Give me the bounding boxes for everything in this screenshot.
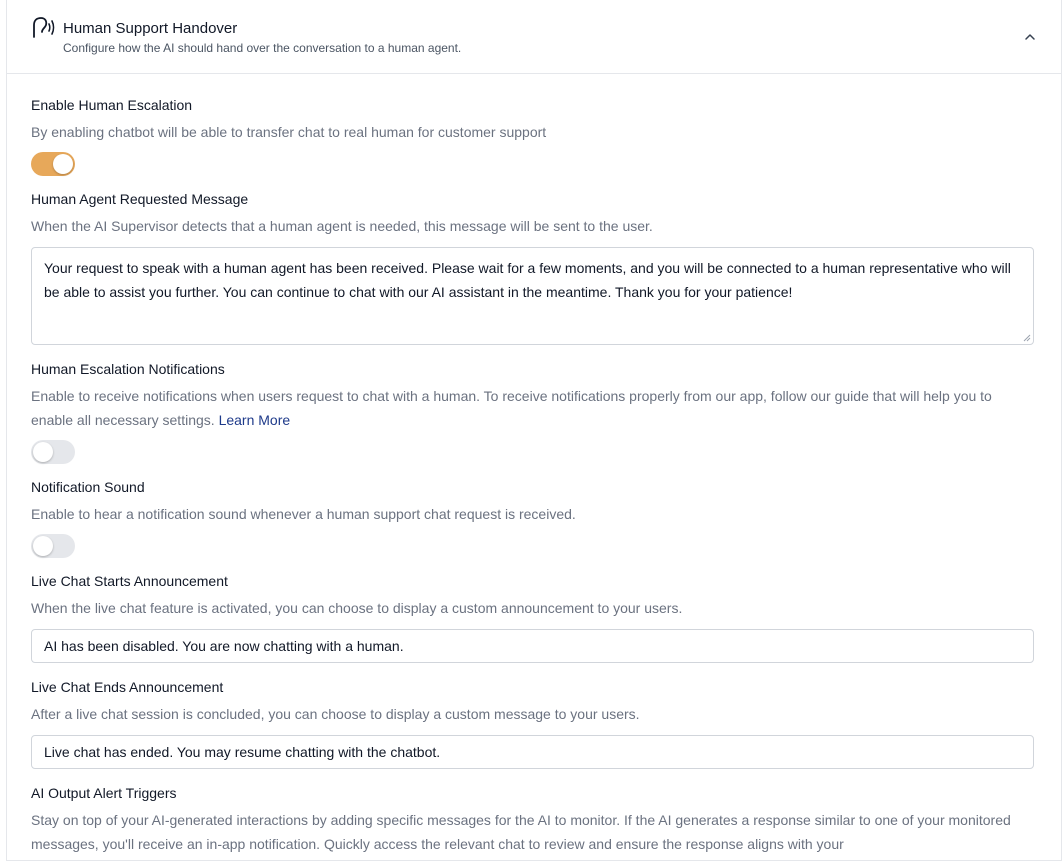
section-subtitle: Configure how the AI should hand over th… bbox=[63, 41, 462, 55]
human-voice-icon bbox=[33, 17, 55, 38]
sound-description: Enable to hear a notification sound when… bbox=[31, 506, 576, 522]
sound-label: Notification Sound bbox=[31, 479, 145, 495]
starts-description: When the live chat feature is activated,… bbox=[31, 600, 683, 616]
notifications-toggle[interactable] bbox=[31, 440, 75, 464]
resize-handle-icon[interactable] bbox=[1023, 334, 1031, 342]
requested-message-label: Human Agent Requested Message bbox=[31, 191, 249, 207]
requested-message-text: Your request to speak with a human agent… bbox=[44, 260, 1011, 300]
starts-announcement-input[interactable]: AI has been disabled. You are now chatti… bbox=[31, 629, 1034, 663]
requested-message-textarea[interactable]: Your request to speak with a human agent… bbox=[31, 247, 1034, 345]
requested-message-description: When the AI Supervisor detects that a hu… bbox=[31, 218, 653, 234]
ends-label: Live Chat Ends Announcement bbox=[31, 679, 224, 695]
notifications-description-block: Enable to receive notifications when use… bbox=[31, 384, 1031, 432]
notifications-label: Human Escalation Notifications bbox=[31, 361, 225, 377]
alerts-label: AI Output Alert Triggers bbox=[31, 785, 177, 801]
escalation-toggle[interactable] bbox=[31, 152, 75, 176]
toggle-knob bbox=[33, 442, 53, 462]
toggle-knob bbox=[33, 536, 53, 556]
learn-more-link[interactable]: Learn More bbox=[219, 412, 291, 428]
section-title: Human Support Handover bbox=[63, 20, 238, 37]
section-header[interactable]: Human Support Handover Configure how the… bbox=[7, 0, 1061, 74]
starts-label: Live Chat Starts Announcement bbox=[31, 573, 228, 589]
toggle-knob bbox=[53, 154, 73, 174]
alerts-description: Stay on top of your AI-generated interac… bbox=[31, 812, 1011, 852]
notifications-description: Enable to receive notifications when use… bbox=[31, 388, 992, 428]
ends-announcement-input[interactable]: Live chat has ended. You may resume chat… bbox=[31, 735, 1034, 769]
chevron-up-icon[interactable] bbox=[1023, 30, 1037, 44]
sound-toggle[interactable] bbox=[31, 534, 75, 558]
ends-description: After a live chat session is concluded, … bbox=[31, 706, 640, 722]
escalation-description: By enabling chatbot will be able to tran… bbox=[31, 124, 547, 140]
escalation-label: Enable Human Escalation bbox=[31, 97, 193, 113]
